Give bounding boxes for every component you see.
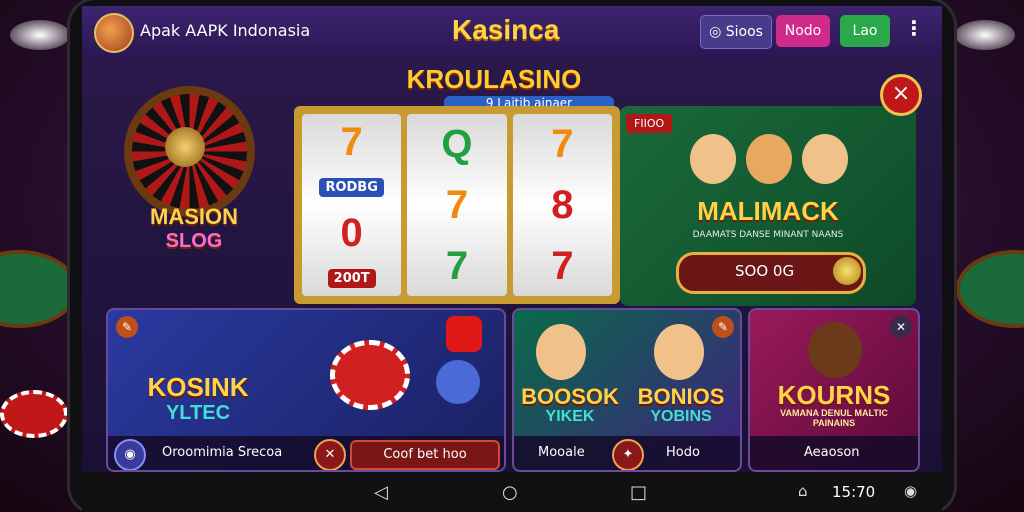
card-subtitle-right: YOBINS [650,408,712,425]
roulette-subtitle: SLOG [165,230,223,252]
card-subtitle-left: YIKEK [545,408,595,425]
reel-symbol: 7 [551,122,574,167]
settings-icon[interactable]: ✎ [116,316,138,338]
back-icon[interactable]: ◁ [374,482,388,503]
reel-symbol: 7 [445,243,469,288]
card-title-right: BONIOS [637,384,725,409]
roulette-game-tile[interactable]: MASION SLOG [94,76,294,306]
reel-3: 7 8 7 [512,114,612,296]
character-face [690,134,736,184]
top-bar: Apak AAPK Indonasia Kasinca ◎ Sioos Nodo… [82,6,942,58]
reel-symbol: 8 [551,182,574,227]
promo-value: SOO 0G [735,262,795,280]
slot-reels: 7 RODBG 0 200T Q 7 7 7 8 7 [294,106,620,304]
app-screen: Apak AAPK Indonasia Kasinca ◎ Sioos Nodo… [82,6,942,472]
bet-button[interactable]: Coof bet hoo [350,440,500,470]
character-face [802,134,848,184]
reel-symbol: 7 [551,243,574,288]
overflow-menu-icon[interactable]: ⋮ [904,16,924,40]
card-subtitle: YLTEC [165,402,231,424]
wifi-icon: ⌂ [798,482,808,500]
promo-characters-image [680,124,860,204]
dice-icon [446,316,482,352]
character-face [808,322,862,378]
roulette-game-title: MASION SLOG [114,204,274,253]
play-icon[interactable]: ✦ [612,439,644,470]
game-icon[interactable]: ◉ [114,439,146,470]
app-name: Apak AAPK Indonasia [140,21,311,40]
coins-button[interactable]: ◎ Sioos [700,15,772,49]
game-card-boosok[interactable]: ✎ BOOSOK YIKEK BONIOS YOBINS Mooale ✦ Ho… [512,308,742,472]
card-footer: ◉ Oroomimia Srecoa ✕ Coof bet hoo [108,436,504,470]
promo-banner[interactable]: FIIOO MALIMACK DAAMATS DANSE MINANT NAAN… [620,106,916,306]
card-title: KOSINK [147,372,249,402]
recents-icon[interactable]: □ [630,482,647,503]
game-card-kourns[interactable]: ✕ KOURNS VAMANA DENUL MALTIC PAINAINS Ae… [748,308,920,472]
tools-icon[interactable]: ✕ [314,439,346,470]
character-face [654,324,704,380]
promo-name: MALIMACK [697,196,839,226]
coin-icon [833,257,861,285]
reel-1: 7 RODBG 0 200T [302,114,402,296]
tools-icon[interactable]: ✎ [712,316,734,338]
bg-lamp-left [10,20,70,50]
coins-label: Sioos [725,24,763,40]
page-title: Kasinca [452,14,560,45]
bg-lamp-right [955,20,1015,50]
promo-claim-button[interactable]: SOO 0G [676,252,866,294]
reel-symbol: 0 [340,211,363,255]
reel-tag: 200T [327,269,376,288]
android-nav-bar: ◁ ○ □ ⌂ 15:70 ◉ [82,474,942,512]
card-title: KOURNS [777,380,891,410]
card-footer: Mooale ✦ Hodo [514,436,740,470]
footer-text: Oroomimia Srecoa [162,445,283,460]
game-card-kosink[interactable]: ✎ KOSINK YLTEC ◉ Oroomimia Srecoa ✕ Coof… [106,308,506,472]
bg-table-left [0,250,78,328]
app-logo-icon[interactable] [94,13,134,53]
promo-fine-print: DAAMATS DANSE MINANT NAANS [692,230,844,240]
bg-chip-left [0,390,68,438]
footer-text: Hodo [666,445,700,460]
roulette-center [165,127,205,167]
reel-symbol: 7 [340,120,363,164]
card-footer: Aeaoson [750,436,918,470]
footer-text: Aeaoson [804,445,860,460]
footer-text: Mooale [538,445,585,460]
mode-button[interactable]: Nodo [776,15,830,47]
bottle-icon [436,360,480,404]
bg-table-right [956,250,1024,328]
slot-machine[interactable]: KROULASINO 9 Laitib ainaer 7 RODBG 0 200… [294,64,620,306]
reel-tag: RODBG [319,178,384,197]
slot-title: KROULASINO [406,64,582,94]
close-icon[interactable]: × [880,74,922,116]
settings-icon[interactable]: ◉ [904,482,917,500]
reel-symbol: 7 [445,182,469,227]
reel-symbol: Q [441,122,473,167]
home-icon[interactable]: ○ [502,482,518,503]
character-face [746,134,792,184]
coin-icon: ◎ [709,24,726,40]
login-button[interactable]: Lao [840,15,890,47]
promo-tag: FIIOO [626,114,673,133]
roulette-title-text: MASION [150,204,238,229]
card-title-left: BOOSOK [521,384,619,409]
poker-chip-icon [330,340,410,410]
character-face [536,324,586,380]
clock: 15:70 [832,483,876,501]
card-subtitle: VAMANA DENUL MALTIC PAINAINS [780,408,888,428]
close-icon[interactable]: ✕ [890,316,912,338]
reel-2: Q 7 7 [407,114,507,296]
